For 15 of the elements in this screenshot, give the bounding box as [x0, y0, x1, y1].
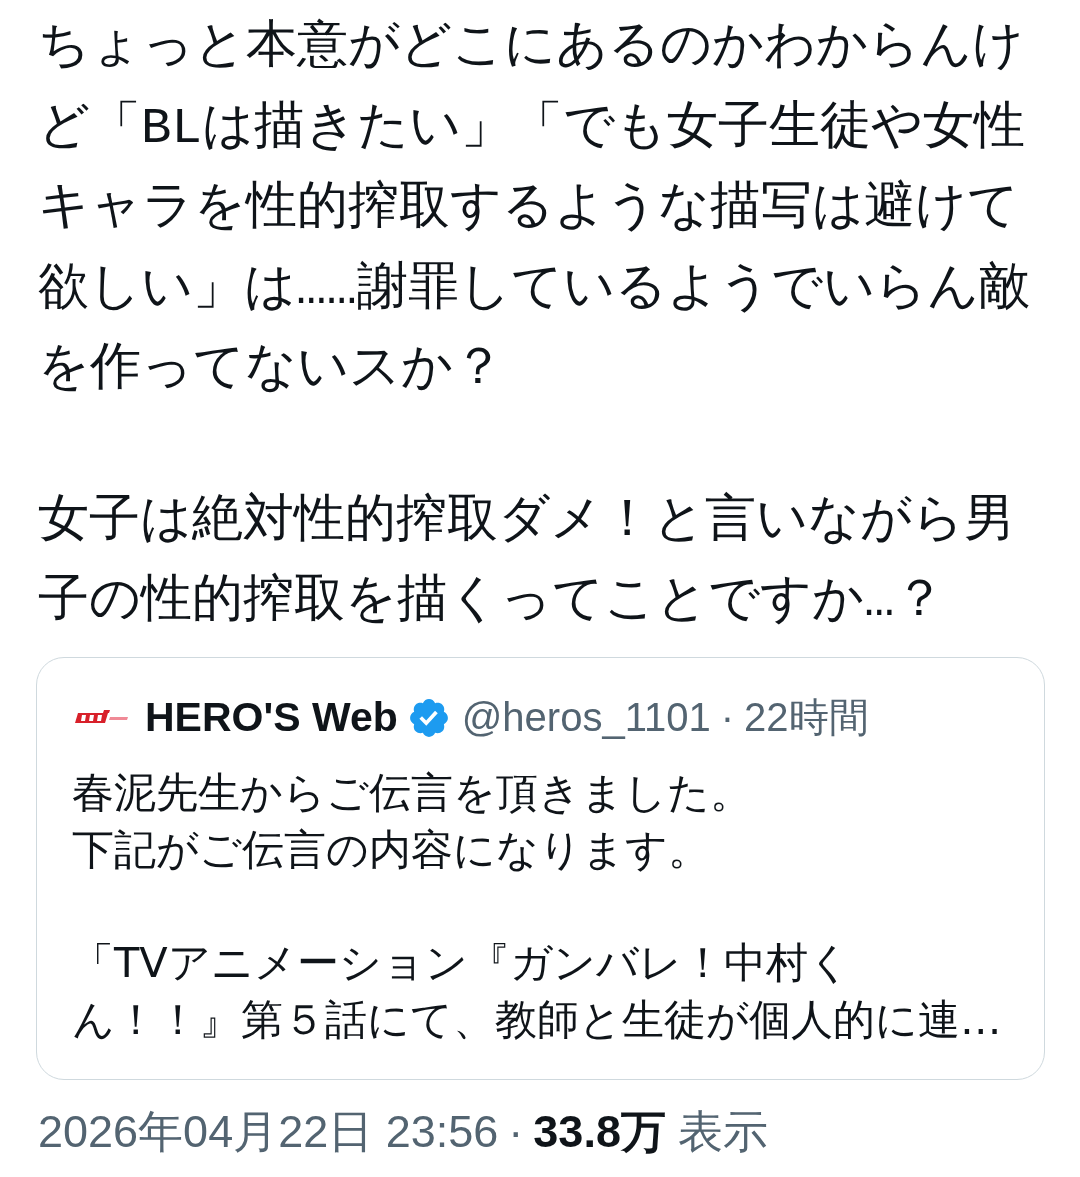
separator-dot: · — [508, 1104, 524, 1159]
quoted-tweet-text: 「TVアニメーション『ガンバレ！中村くん！！』第５話にて、教師と生徒が個人的に連… — [72, 936, 1003, 1046]
logo-icon — [74, 709, 130, 726]
tweet-text: ちょっと本意がどこにあるのかわからんけど「BLは描きたい」「でも女子生徒や女性キャラを性的搾取するような描写は避けて欲しい」は……謝罪しているようでいらん敵を作ってないスか？ — [38, 17, 1031, 400]
quoted-tweet-text: 下記がご伝言の内容になります。 — [72, 823, 711, 876]
quoted-tweet-text: 春泥先生からご伝言を頂きました。 — [72, 766, 753, 819]
separator-dot: · — [720, 695, 734, 740]
author-name: HERO'S Web — [145, 694, 398, 741]
timestamp-link[interactable]: 2026年04月22日 23:56 — [38, 1101, 499, 1162]
quoted-tweet-card[interactable]: HERO'S Web @heros_1101 · 22時間 春泥先生からご伝言を頂きました。 下記がご伝言の内容になります。 「TVアニメーション『ガンバレ！中村くん！！』第５話にて、教師と生徒が個人的に連… — [36, 656, 1045, 1080]
views-label: 表示 — [677, 1104, 768, 1159]
author-handle: @heros_1101 — [461, 695, 711, 740]
views-count: 33.8万 — [533, 1104, 666, 1159]
tweet-text: 女子は絶対性的搾取ダメ！と言いながら男子の性的搾取を描くってことですか…？ — [38, 491, 1016, 632]
post-time: 22時間 — [744, 694, 869, 741]
